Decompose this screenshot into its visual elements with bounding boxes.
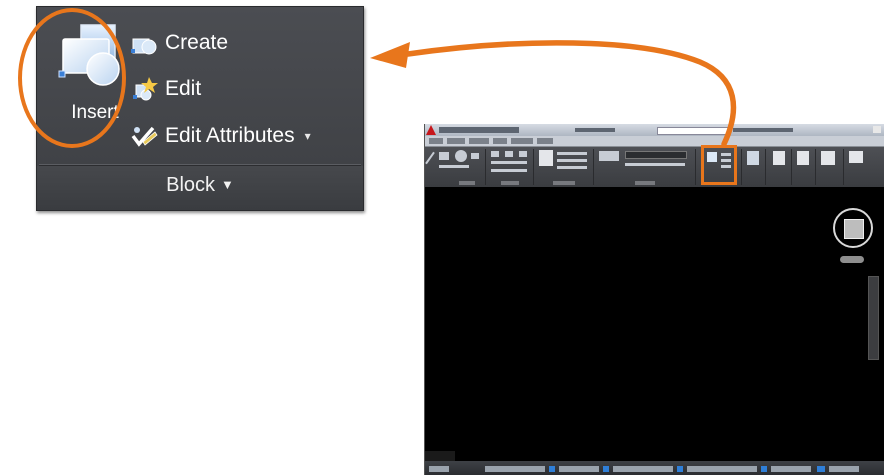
panel-expand-icon: ▼ [221, 177, 234, 192]
drawing-canvas[interactable] [425, 187, 884, 461]
status-bar [425, 461, 884, 475]
app-window-controls [873, 126, 881, 133]
edit-attributes-icon [131, 126, 158, 147]
edit-attributes-label: Edit Attributes [165, 124, 295, 147]
create-block-icon [131, 38, 157, 55]
insert-button[interactable]: Insert [51, 15, 139, 127]
block-panel: Insert Create Edit Edit Attributes ▾ Blo… [36, 6, 364, 211]
create-block-button[interactable]: Create [129, 29, 228, 57]
insert-label: Insert [71, 102, 119, 123]
layout-tabs[interactable] [425, 451, 455, 461]
wcs-menu[interactable] [840, 256, 864, 263]
app-title-bar [425, 124, 884, 136]
app-logo-icon [426, 125, 436, 135]
create-label: Create [165, 31, 229, 54]
insert-block-icon [58, 24, 120, 86]
block-panel-title-text: Block [166, 174, 216, 196]
edit-attributes-button[interactable]: Edit Attributes ▾ [129, 122, 311, 150]
block-panel-highlight [701, 145, 737, 185]
edit-block-button[interactable]: Edit [129, 75, 201, 103]
viewcube-icon[interactable] [844, 219, 864, 239]
block-editor-icon [133, 77, 158, 101]
app-ribbon [425, 147, 884, 187]
block-panel-title[interactable]: Block ▼ [37, 174, 363, 197]
navigation-bar[interactable] [868, 276, 879, 360]
edit-attributes-dropdown-icon[interactable]: ▾ [305, 129, 311, 143]
app-ribbon-tabs [425, 136, 884, 147]
autocad-window-thumbnail [424, 124, 884, 475]
edit-label: Edit [165, 77, 202, 100]
